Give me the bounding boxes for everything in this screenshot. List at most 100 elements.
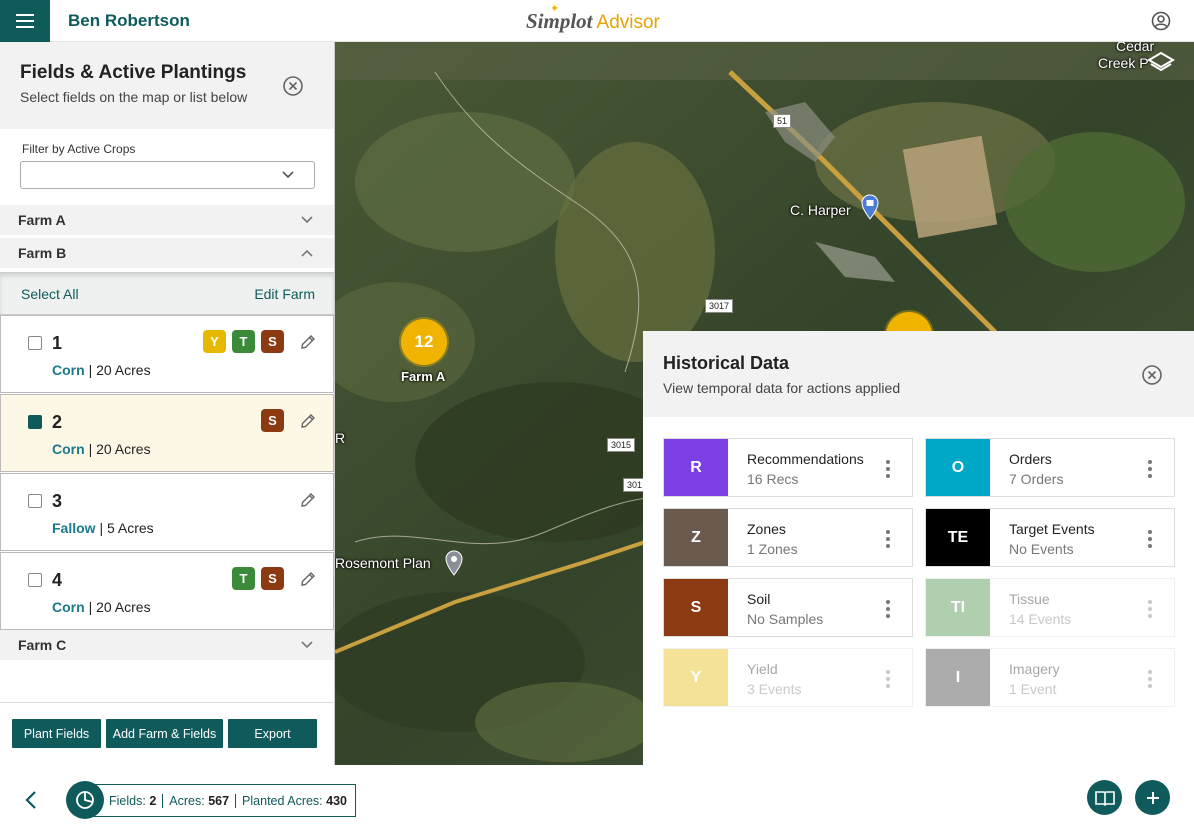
more-options-icon[interactable]	[886, 460, 890, 481]
history-card-soil[interactable]: S Soil No Samples	[663, 578, 913, 637]
farm-name: Farm B	[18, 245, 67, 261]
card-title: Yield	[747, 661, 778, 677]
field-badges: S	[261, 409, 284, 432]
book-icon[interactable]	[1087, 780, 1122, 815]
planted-acres-label: Planted Acres:	[242, 793, 323, 808]
account-icon[interactable]	[1151, 11, 1171, 31]
field-checkbox[interactable]	[28, 494, 42, 508]
field-badges: Y T S	[203, 330, 284, 353]
field-stats-summary: Fields: 2 Acres: 567 Planted Acres: 430	[84, 784, 356, 817]
plant-fields-button[interactable]: Plant Fields	[12, 719, 101, 748]
route-marker: 3017	[705, 299, 734, 313]
fields-panel-header: Fields & Active Plantings Select fields …	[0, 42, 334, 129]
menu-icon[interactable]	[0, 0, 50, 42]
fields-panel: Fields & Active Plantings Select fields …	[0, 42, 335, 765]
farm-action-bar: Select All Edit Farm	[0, 272, 334, 315]
field-checkbox[interactable]	[28, 573, 42, 587]
soil-badge[interactable]: S	[261, 567, 284, 590]
acres-label: Acres:	[169, 793, 205, 808]
card-letter: TI	[926, 579, 990, 636]
more-options-icon[interactable]	[886, 530, 890, 551]
field-row-3[interactable]: 3 Fallow | 5 Acres	[0, 473, 334, 551]
more-options-icon[interactable]	[1148, 460, 1152, 481]
bottom-bar: Fields: 2 Acres: 567 Planted Acres: 430	[0, 765, 1194, 834]
tissue-badge[interactable]: T	[232, 567, 255, 590]
pencil-icon[interactable]	[299, 333, 317, 351]
card-title: Soil	[747, 591, 771, 607]
card-letter: S	[664, 579, 728, 636]
more-options-icon[interactable]	[1148, 530, 1152, 551]
field-row-4[interactable]: 4 Corn | 20 Acres T S	[0, 552, 334, 630]
card-letter: O	[926, 439, 990, 496]
card-title: Tissue	[1009, 591, 1050, 607]
chevron-left-icon[interactable]	[24, 790, 38, 810]
chevron-down-icon	[301, 216, 313, 224]
close-icon[interactable]	[1141, 364, 1163, 386]
pencil-icon[interactable]	[299, 570, 317, 588]
brand-advisor: Advisor	[596, 12, 660, 33]
select-all-link[interactable]: Select All	[21, 286, 79, 302]
field-row-1[interactable]: 1 Corn | 20 Acres Y T S	[0, 315, 334, 393]
more-options-icon[interactable]	[886, 600, 890, 621]
field-meta: Corn | 20 Acres	[52, 362, 151, 378]
historical-data-panel: Historical Data View temporal data for a…	[643, 331, 1194, 765]
more-options-icon	[886, 670, 890, 691]
close-icon[interactable]	[282, 75, 304, 97]
brand-simplot: Simplot	[526, 9, 593, 33]
history-card-target-events[interactable]: TE Target Events No Events	[925, 508, 1175, 567]
place-label-rosemont: Rosemont Plan	[335, 555, 431, 571]
field-meta: Fallow | 5 Acres	[52, 520, 154, 536]
chevron-down-icon	[301, 641, 313, 649]
pencil-icon[interactable]	[299, 491, 317, 509]
history-card-orders[interactable]: O Orders 7 Orders	[925, 438, 1175, 497]
add-farm-fields-button[interactable]: Add Farm & Fields	[106, 719, 223, 748]
map-cluster-marker[interactable]: 12	[401, 319, 447, 365]
field-checkbox[interactable]	[28, 336, 42, 350]
map-edge-label: R	[335, 430, 346, 446]
tissue-badge[interactable]: T	[232, 330, 255, 353]
card-letter: Z	[664, 509, 728, 566]
yield-badge[interactable]: Y	[203, 330, 226, 353]
historical-subtitle: View temporal data for actions applied	[663, 380, 901, 396]
historical-title: Historical Data	[663, 353, 790, 373]
cluster-label: Farm A	[401, 369, 446, 384]
farm-name: Farm C	[18, 637, 67, 653]
crop-filter-select[interactable]	[20, 161, 315, 189]
card-letter: R	[664, 439, 728, 496]
pie-chart-icon[interactable]	[66, 781, 104, 819]
divider	[0, 702, 334, 703]
more-options-icon	[1148, 670, 1152, 691]
export-button[interactable]: Export	[228, 719, 317, 748]
history-card-recommendations[interactable]: R Recommendations 16 Recs	[663, 438, 913, 497]
card-subtitle: 14 Events	[1009, 611, 1072, 627]
card-title: Zones	[747, 521, 786, 537]
brand-logo: Simplot ✦ Advisor	[526, 3, 660, 34]
meta-separator: |	[88, 441, 93, 457]
history-card-imagery: I Imagery 1 Event	[925, 648, 1175, 707]
field-number: 4	[52, 570, 63, 590]
pencil-icon[interactable]	[299, 412, 317, 430]
layers-icon[interactable]	[1147, 50, 1175, 74]
chevron-down-icon	[282, 171, 294, 179]
plus-icon[interactable]	[1135, 780, 1170, 815]
fields-panel-title: Fields & Active Plantings	[20, 62, 247, 83]
soil-badge[interactable]: S	[261, 330, 284, 353]
divider	[162, 793, 164, 808]
soil-badge[interactable]: S	[261, 409, 284, 432]
edit-farm-link[interactable]: Edit Farm	[254, 286, 315, 302]
field-crop: Corn	[52, 441, 85, 457]
history-card-zones[interactable]: Z Zones 1 Zones	[663, 508, 913, 567]
fields-actions: Plant Fields Add Farm & Fields Export	[12, 719, 317, 748]
history-card-yield: Y Yield 3 Events	[663, 648, 913, 707]
field-meta: Corn | 20 Acres	[52, 441, 151, 457]
route-marker: 3015	[607, 438, 636, 452]
farm-row-b[interactable]: Farm B	[0, 238, 334, 268]
field-row-2[interactable]: 2 Corn | 20 Acres S	[0, 394, 334, 472]
field-checkbox[interactable]	[28, 415, 42, 429]
meta-separator: |	[88, 362, 93, 378]
card-title: Imagery	[1009, 661, 1060, 677]
field-badges: T S	[232, 567, 284, 590]
brand-star-icon: ✦	[550, 3, 560, 15]
farm-row-a[interactable]: Farm A	[0, 205, 334, 235]
farm-row-c[interactable]: Farm C	[0, 630, 334, 660]
